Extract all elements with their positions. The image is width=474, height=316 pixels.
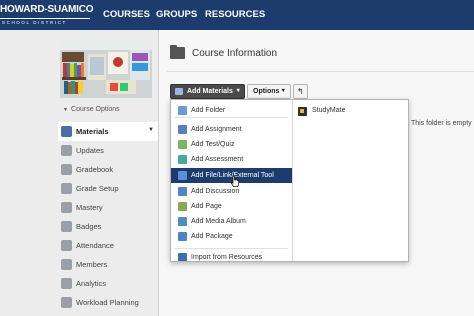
sidebar-item-updates[interactable]: Updates xyxy=(58,141,158,160)
sidebar-item-label: Members xyxy=(76,260,108,269)
nav-courses[interactable]: COURSES xyxy=(103,9,150,20)
sidebar-item-attendance[interactable]: Attendance xyxy=(58,236,158,255)
menu-item-add-assignment[interactable]: Add Assignment xyxy=(171,122,292,137)
add-materials-button[interactable]: Add Materials ▼ xyxy=(170,84,245,99)
menu-item-label: Add Discussion xyxy=(191,188,240,195)
sidebar-item-label: Analytics xyxy=(76,279,107,288)
package-icon xyxy=(178,232,187,241)
grade-setup-icon xyxy=(61,183,72,194)
chevron-down-icon: ▼ xyxy=(148,127,154,133)
nav-groups[interactable]: GROUPS xyxy=(156,9,197,20)
studymate-icon xyxy=(298,107,307,116)
sidebar-item-label: Badges xyxy=(76,222,102,231)
sidebar-item-label: Workload Planning xyxy=(76,298,139,307)
course-options-label: Course Options xyxy=(71,106,120,113)
materials-icon xyxy=(61,126,72,137)
menu-item-label: Import from Resources xyxy=(191,254,263,261)
media-album-icon xyxy=(178,217,187,226)
menu-item-label: Add Test/Quiz xyxy=(191,141,235,148)
app-item-label: StudyMate xyxy=(312,107,346,114)
menu-item-import-from-resources[interactable]: Import from Resources xyxy=(171,250,292,261)
sidebar-item-label: Grade Setup xyxy=(76,184,119,193)
menu-separator xyxy=(175,117,288,118)
menu-item-add-page[interactable]: Add Page xyxy=(171,199,292,214)
options-label: Options xyxy=(253,88,280,95)
sidebar-item-label: Attendance xyxy=(76,241,114,250)
nav-resources[interactable]: RESOURCES xyxy=(205,9,265,20)
menu-item-add-package[interactable]: Add Package xyxy=(171,229,292,244)
file-link-icon xyxy=(178,171,187,180)
dropdown-column-divider xyxy=(292,100,293,261)
sidebar-item-label: Gradebook xyxy=(76,165,114,174)
sidebar-item-badges[interactable]: Badges xyxy=(58,217,158,236)
menu-item-add-media-album[interactable]: Add Media Album xyxy=(171,214,292,229)
menu-item-label: Add Folder xyxy=(191,107,226,114)
add-materials-dropdown: Add Folder Add Assignment Add Test/Quiz … xyxy=(170,99,409,262)
course-options-toggle[interactable]: ▾ Course Options xyxy=(64,106,120,113)
menu-item-label: Add Media Album xyxy=(191,218,246,225)
menu-item-label: Add Package xyxy=(191,233,233,240)
logo-sub-text: SCHOOL DISTRICT xyxy=(2,20,67,25)
members-icon xyxy=(61,259,72,270)
updates-icon xyxy=(61,145,72,156)
options-button[interactable]: Options ▼ xyxy=(247,84,291,99)
assessment-icon xyxy=(178,155,187,164)
sidebar-item-materials[interactable]: Materials ▼ xyxy=(58,122,158,141)
top-navigation-bar: HOWARD-SUAMICO SCHOOL DISTRICT COURSES G… xyxy=(0,0,474,30)
mastery-icon xyxy=(61,202,72,213)
gradebook-icon xyxy=(61,164,72,175)
sidebar-item-label: Updates xyxy=(76,146,104,155)
add-materials-label: Add Materials xyxy=(187,88,233,95)
analytics-icon xyxy=(61,278,72,289)
app-item-studymate[interactable]: StudyMate xyxy=(298,105,398,119)
folder-icon xyxy=(178,106,187,115)
back-arrow-icon: ↰ xyxy=(297,87,304,96)
sidebar-item-analytics[interactable]: Analytics xyxy=(58,274,158,293)
logo-rule xyxy=(0,18,90,19)
caret-down-icon: ▾ xyxy=(64,107,68,113)
sidebar-item-workload-planning[interactable]: Workload Planning xyxy=(58,293,158,312)
district-logo[interactable]: HOWARD-SUAMICO SCHOOL DISTRICT xyxy=(0,4,94,26)
menu-item-label: Add Page xyxy=(191,203,222,210)
sidebar-item-label: Mastery xyxy=(76,203,103,212)
discussion-icon xyxy=(178,187,187,196)
add-materials-icon xyxy=(175,88,183,95)
folder-icon xyxy=(170,45,185,59)
title-divider xyxy=(167,71,474,72)
chevron-down-icon: ▼ xyxy=(235,88,241,94)
course-profile-image xyxy=(60,40,152,98)
test-quiz-icon xyxy=(178,140,187,149)
logo-main-text: HOWARD-SUAMICO xyxy=(0,4,94,15)
page-title: Course Information xyxy=(192,48,278,59)
sidebar-item-members[interactable]: Members xyxy=(58,255,158,274)
badges-icon xyxy=(61,221,72,232)
sidebar-item-label: Materials xyxy=(76,127,109,136)
menu-item-label: Add Assignment xyxy=(191,126,242,133)
attendance-icon xyxy=(61,240,72,251)
menu-item-add-assessment[interactable]: Add Assessment xyxy=(171,152,292,167)
back-button[interactable]: ↰ xyxy=(293,84,308,99)
menu-separator xyxy=(175,248,288,249)
sidebar-item-mastery[interactable]: Mastery xyxy=(58,198,158,217)
sidebar-item-gradebook[interactable]: Gradebook xyxy=(58,160,158,179)
workload-planning-icon xyxy=(61,297,72,308)
menu-item-add-folder[interactable]: Add Folder xyxy=(171,103,292,118)
assignment-icon xyxy=(178,125,187,134)
hand-pointer-icon xyxy=(230,175,240,187)
sidebar-item-grade-setup[interactable]: Grade Setup xyxy=(58,179,158,198)
page-icon xyxy=(178,202,187,211)
empty-folder-message: This folder is empty xyxy=(411,120,472,127)
import-icon xyxy=(178,253,187,261)
chevron-down-icon: ▼ xyxy=(280,88,286,94)
menu-item-add-test-quiz[interactable]: Add Test/Quiz xyxy=(171,137,292,152)
menu-item-label: Add Assessment xyxy=(191,156,244,163)
